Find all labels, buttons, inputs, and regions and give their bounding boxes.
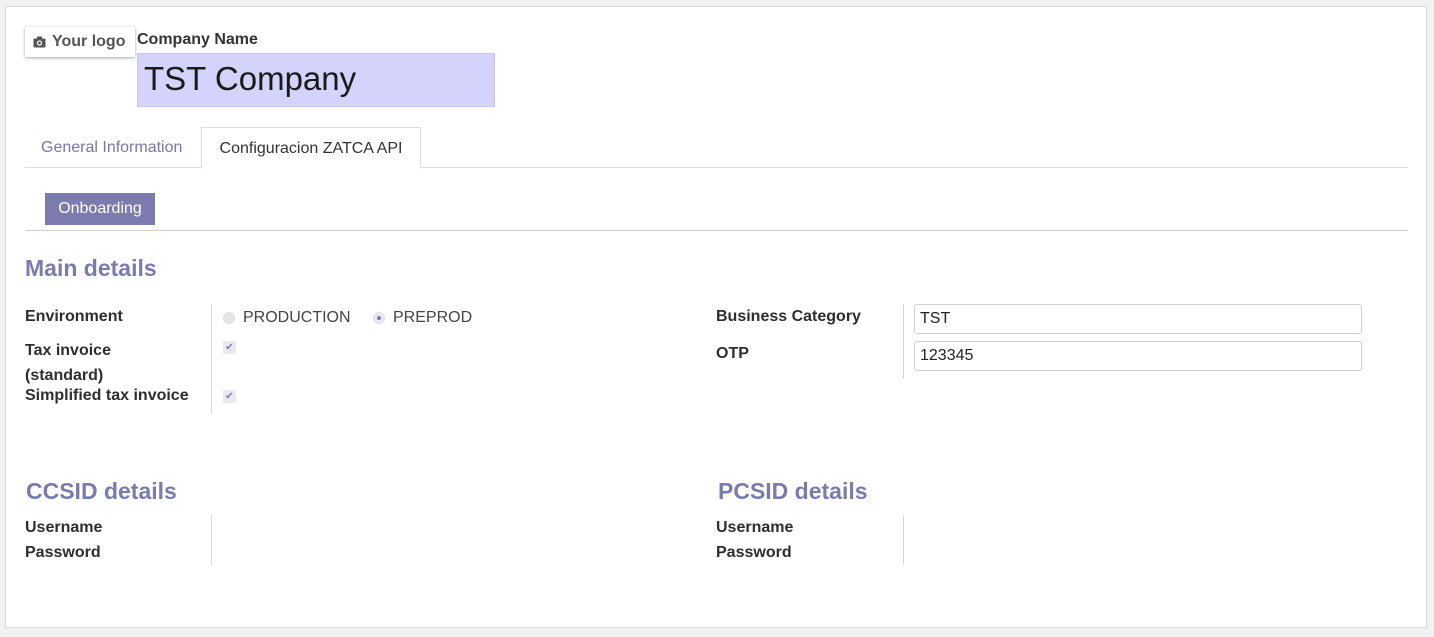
pcsid-password-label: Password <box>716 544 792 561</box>
label-divider <box>903 515 904 565</box>
label-divider <box>211 515 212 565</box>
radio-preprod[interactable] <box>373 312 385 324</box>
pcsid-username-label: Username <box>716 519 794 536</box>
preprod-label: PREPROD <box>393 309 473 326</box>
simplified-tax-invoice-checkbox[interactable]: ✔ <box>223 390 236 403</box>
environment-radio-production[interactable]: PRODUCTION <box>223 309 351 327</box>
simplified-tax-invoice-label: Simplified tax invoice <box>25 387 189 404</box>
company-name-label: Company Name <box>137 31 258 48</box>
check-icon: ✔ <box>225 342 234 353</box>
onboarding-button[interactable]: Onboarding <box>45 193 155 225</box>
pcsid-details-title: PCSID details <box>718 478 868 504</box>
main-details-title: Main details <box>25 255 157 281</box>
tab-configuracion-zatca-api[interactable]: Configuracion ZATCA API <box>201 127 421 169</box>
business-category-label: Business Category <box>716 308 861 325</box>
environment-label: Environment <box>25 308 123 325</box>
form-sheet: Your logo Company Name TST Company Gener… <box>5 6 1427 628</box>
logo-upload-button[interactable]: Your logo <box>25 27 135 57</box>
production-label: PRODUCTION <box>243 309 351 326</box>
logo-label: Your logo <box>52 33 126 50</box>
camera-icon <box>33 36 46 48</box>
tax-invoice-label: Tax invoice (standard) <box>25 338 111 388</box>
business-category-input[interactable]: TST <box>914 304 1362 334</box>
tax-invoice-label-line1: Tax invoice <box>25 342 111 359</box>
ccsid-password-label: Password <box>25 544 101 561</box>
check-icon: ✔ <box>225 391 234 402</box>
label-divider <box>211 304 212 414</box>
tax-invoice-label-line2: (standard) <box>25 367 104 384</box>
environment-radio-preprod[interactable]: PREPROD <box>373 309 472 327</box>
otp-input[interactable]: 123345 <box>914 341 1362 371</box>
label-divider <box>903 304 904 379</box>
ccsid-details-title: CCSID details <box>26 478 177 504</box>
company-name-input[interactable]: TST Company <box>137 53 495 107</box>
tab-general-information[interactable]: General Information <box>41 127 182 168</box>
otp-label: OTP <box>716 345 749 362</box>
section-divider <box>25 230 1408 231</box>
radio-production[interactable] <box>223 312 235 324</box>
ccsid-username-label: Username <box>25 519 103 536</box>
tax-invoice-checkbox[interactable]: ✔ <box>223 341 236 354</box>
